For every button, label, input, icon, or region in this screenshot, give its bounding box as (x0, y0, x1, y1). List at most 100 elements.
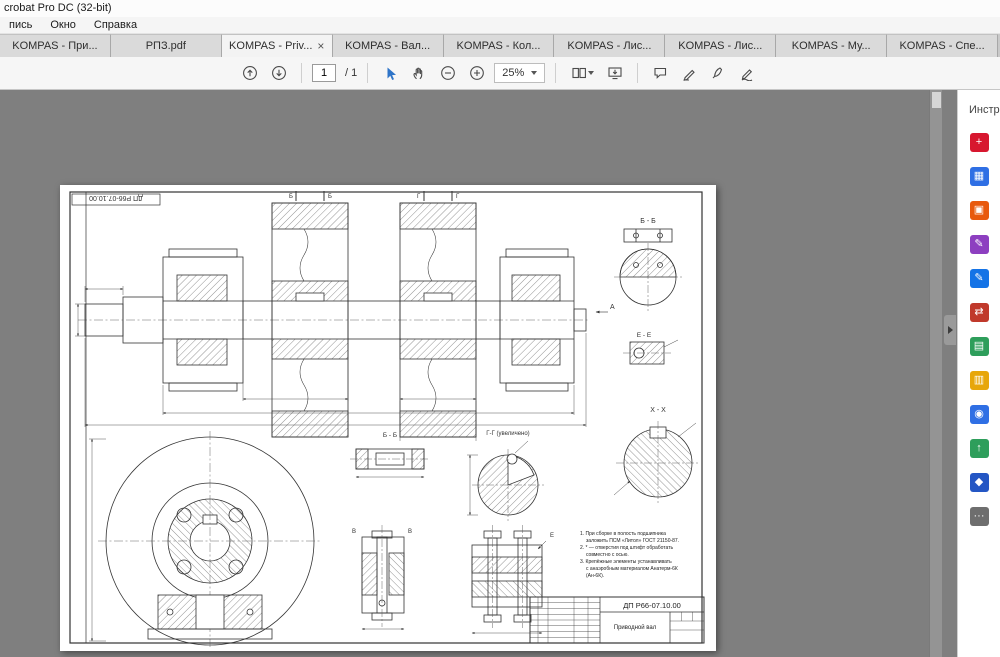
sheet-frame: ДП Р66-07.10.00 (70, 192, 702, 643)
tab-kompas-spe[interactable]: KOMPAS - Спе... (887, 34, 998, 57)
svg-text:Б: Б (328, 194, 332, 200)
zoom-level-dropdown[interactable]: 25% (494, 63, 545, 83)
svg-text:А: А (610, 304, 615, 311)
panel-collapse-button[interactable] (944, 315, 956, 345)
page-display-icon (571, 65, 588, 81)
scrollbar-thumb[interactable] (932, 92, 941, 108)
presentation-icon (607, 65, 623, 81)
select-tool-button[interactable] (378, 61, 402, 85)
pdf-page-canvas[interactable]: ДП Р66-07.10.00 (60, 185, 716, 651)
vertical-scrollbar[interactable] (929, 90, 942, 657)
tools-panel-item-more-tools[interactable]: ··· (966, 506, 992, 526)
fill-sign-icon: ✎ (970, 269, 989, 288)
technical-notes: 1. При сборке в полость подшипника залож… (580, 531, 679, 579)
comment-tool-icon: ◉ (970, 405, 989, 424)
comment-bubble-icon (652, 65, 668, 81)
menu-bar: пись Окно Справка (0, 17, 1000, 34)
hand-icon (411, 65, 427, 81)
pencil-draw-icon (739, 65, 755, 81)
arrow-up-circle-icon (242, 65, 258, 81)
export-pdf-icon: + (970, 133, 989, 152)
tools-panel-item-fill-sign[interactable]: ✎ (966, 268, 992, 288)
menu-item-window[interactable]: Окно (41, 17, 85, 33)
chevron-right-icon (948, 326, 953, 334)
tools-panel-item-combine-files[interactable]: ▣ (966, 200, 992, 220)
svg-text:(Ан-6К).: (Ан-6К). (586, 573, 604, 579)
tab-kompas-kol[interactable]: KOMPAS - Кол... (444, 34, 555, 57)
compress-pdf-icon: ▥ (970, 371, 989, 390)
highlight-tool-button[interactable] (677, 61, 701, 85)
chevron-down-icon (531, 71, 537, 75)
zoom-out-button[interactable] (436, 61, 460, 85)
svg-text:Б - Б: Б - Б (640, 218, 656, 225)
svg-text:заложить ПСМ «Литол» ГОСТ 2115: заложить ПСМ «Литол» ГОСТ 21150-87. (586, 538, 679, 544)
tools-panel-item-comment[interactable]: ◉ (966, 404, 992, 424)
svg-text:Приводной вал: Приводной вал (614, 624, 657, 631)
document-tabs: KOMPAS - При... РПЗ.pdf KOMPAS - Priv...… (0, 34, 1000, 57)
arrow-down-circle-icon (271, 65, 287, 81)
hand-tool-button[interactable] (407, 61, 431, 85)
section-bb-pin-view: Б - Б (350, 432, 430, 477)
page-up-button[interactable] (238, 61, 262, 85)
shaft-assembly-view: Б Б Г Г А (75, 191, 615, 441)
tab-rpz-pdf[interactable]: РПЗ.pdf (111, 34, 222, 57)
window-titlebar: crobat Pro DC (32-bit) (0, 0, 1000, 17)
svg-text:Х - Х: Х - Х (650, 407, 666, 414)
pointer-icon (382, 65, 398, 81)
svg-text:ДП Р66-07.10.00: ДП Р66-07.10.00 (89, 194, 143, 201)
tab-kompas-lis2[interactable]: KOMPAS - Лис... (665, 34, 776, 57)
tools-panel-item-protect[interactable]: ◆ (966, 472, 992, 492)
menu-item-sign[interactable]: пись (0, 17, 41, 33)
draw-tool-button[interactable] (735, 61, 759, 85)
tools-list: + ▦ ▣ ✎ ✎ ⇄ ▤ ▥ ◉ ↑ ◆ ·· (958, 132, 1000, 526)
tab-kompas-lis1[interactable]: KOMPAS - Лис... (554, 34, 665, 57)
page-count-label: / 1 (341, 67, 357, 79)
toolbar-separator (555, 63, 556, 83)
section-ee-view: Е - Е (623, 332, 678, 364)
tools-panel-item-edit-pdf[interactable]: ✎ (966, 234, 992, 254)
tools-panel-item-create-pdf[interactable]: ▦ (966, 166, 992, 186)
tools-panel-item-compress-pdf[interactable]: ▥ (966, 370, 992, 390)
tools-panel-item-scan-ocr[interactable]: ▤ (966, 336, 992, 356)
page-number-input[interactable] (312, 64, 336, 82)
page-down-button[interactable] (267, 61, 291, 85)
section-gg-view: Г-Г (увеличено) (467, 431, 544, 521)
protect-shield-icon: ◆ (970, 473, 989, 492)
svg-text:Г: Г (417, 194, 421, 200)
menu-item-help[interactable]: Справка (85, 17, 146, 33)
tools-panel-item-export-pdf[interactable]: + (966, 132, 992, 152)
tab-kompas-priv-active[interactable]: KOMPAS - Priv... × (222, 34, 333, 57)
document-area[interactable]: ДП Р66-07.10.00 (0, 90, 957, 657)
svg-text:В: В (352, 529, 356, 535)
svg-text:Г-Г (увеличено): Г-Г (увеличено) (486, 431, 529, 437)
window-title: crobat Pro DC (32-bit) (4, 2, 112, 14)
reading-mode-button[interactable] (603, 61, 627, 85)
more-tools-icon: ··· (970, 507, 989, 526)
combine-files-icon: ▣ (970, 201, 989, 220)
sign-tool-button[interactable] (706, 61, 730, 85)
organize-pages-icon: ⇄ (970, 303, 989, 322)
section-bb-view: Б - Б (614, 218, 682, 311)
bolt-detail-view: В В (352, 525, 412, 629)
svg-text:1. При сборке в полость подшип: 1. При сборке в полость подшипника (580, 531, 666, 537)
zoom-out-icon (440, 65, 456, 81)
share-icon: ↑ (970, 439, 989, 458)
main-toolbar: / 1 25% (0, 57, 1000, 90)
tools-panel-item-organize-pages[interactable]: ⇄ (966, 302, 992, 322)
zoom-in-button[interactable] (465, 61, 489, 85)
tab-kompas-pri[interactable]: KOMPAS - При... (0, 34, 111, 57)
tab-close-icon[interactable]: × (317, 41, 324, 51)
svg-text:2. * — отверстия под штифт обр: 2. * — отверстия под штифт обработать (580, 545, 673, 551)
tab-kompas-mu[interactable]: KOMPAS - Му... (776, 34, 887, 57)
scan-ocr-icon: ▤ (970, 337, 989, 356)
page-display-dropdown[interactable] (566, 61, 598, 85)
svg-text:В: В (408, 529, 412, 535)
svg-text:Г: Г (456, 194, 460, 200)
pen-nib-icon (710, 65, 726, 81)
comment-tool-button[interactable] (648, 61, 672, 85)
tab-kompas-val[interactable]: KOMPAS - Вал... (333, 34, 444, 57)
tools-panel-header[interactable]: Инстр... (958, 90, 1000, 116)
svg-text:3. Крепёжные элементы устанавл: 3. Крепёжные элементы устанавливать (580, 559, 672, 565)
zoom-in-icon (469, 65, 485, 81)
tools-panel-item-share[interactable]: ↑ (966, 438, 992, 458)
